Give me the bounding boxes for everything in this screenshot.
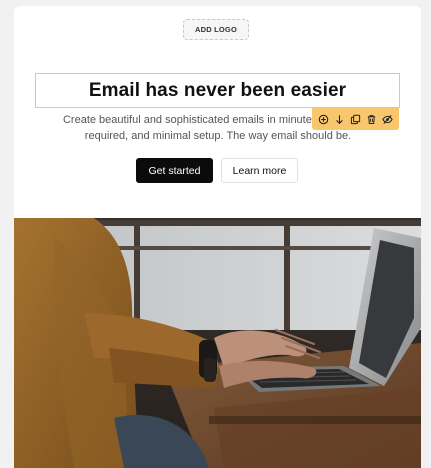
laptop-photo-illustration: [14, 218, 421, 468]
hide-icon[interactable]: [381, 113, 394, 126]
move-down-icon[interactable]: [333, 113, 346, 126]
email-canvas: ADD LOGO Email has never been easier Cre…: [14, 6, 421, 468]
add-logo-button[interactable]: ADD LOGO: [183, 19, 249, 40]
learn-more-button[interactable]: Learn more: [221, 158, 298, 183]
add-icon[interactable]: [317, 113, 330, 126]
block-toolbar: [312, 108, 399, 130]
heading-block-selected[interactable]: Email has never been easier: [35, 73, 400, 108]
duplicate-icon[interactable]: [349, 113, 362, 126]
hero-image[interactable]: [14, 218, 421, 468]
get-started-button[interactable]: Get started: [136, 158, 213, 183]
page-title[interactable]: Email has never been easier: [89, 80, 346, 102]
delete-icon[interactable]: [365, 113, 378, 126]
